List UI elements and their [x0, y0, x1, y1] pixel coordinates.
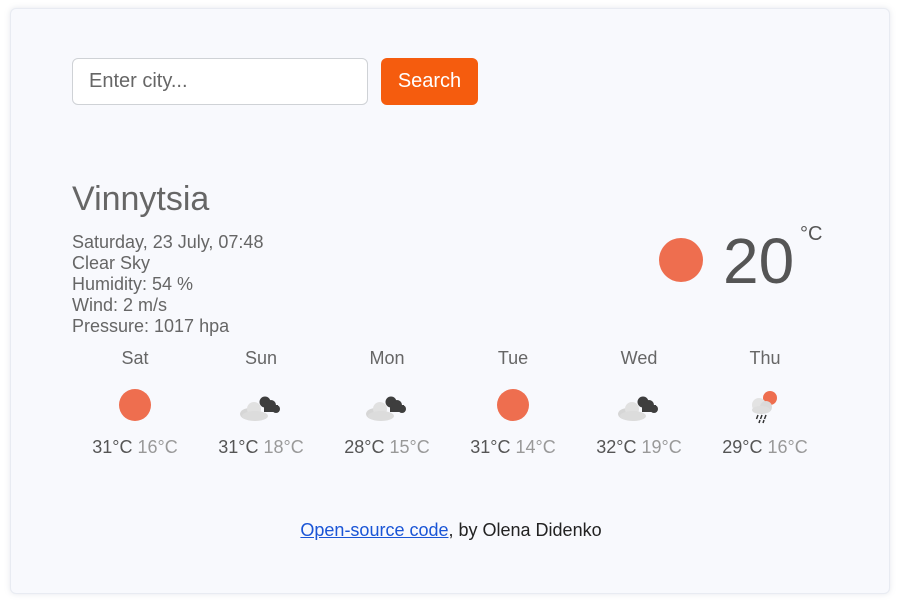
forecast-max-temp: 32°C	[596, 437, 637, 457]
forecast-day: Sat 31°C 16°C	[72, 347, 198, 458]
forecast-day-name: Mon	[369, 348, 405, 368]
footer-author: , by Olena Didenko	[448, 520, 602, 540]
forecast-max-temp: 31°C	[92, 437, 133, 457]
current-datetime: Saturday, 23 July, 07:48	[72, 232, 264, 252]
forecast: Sat 31°C 16°C Sun 31°C 18°C Mon 28°C 15°…	[72, 347, 832, 467]
sun-icon	[488, 386, 538, 426]
weather-details: Saturday, 23 July, 07:48 Clear Sky Humid…	[72, 232, 263, 337]
forecast-min-temp: 19°C	[641, 437, 682, 457]
forecast-max-temp: 31°C	[470, 437, 511, 457]
forecast-day-name: Sat	[121, 348, 149, 368]
city-name: Vinnytsia	[72, 180, 210, 218]
forecast-min-temp: 14°C	[515, 437, 556, 457]
forecast-day-name: Tue	[497, 348, 529, 368]
forecast-temps: 31°C 16°C	[72, 436, 198, 458]
forecast-min-temp: 15°C	[389, 437, 430, 457]
city-search-input[interactable]	[72, 58, 368, 105]
forecast-day: Mon 28°C 15°C	[324, 347, 450, 458]
forecast-max-temp: 29°C	[722, 437, 763, 457]
forecast-day: Tue 31°C 14°C	[450, 347, 576, 458]
pressure: Pressure: 1017 hpa	[72, 316, 230, 336]
forecast-day: Wed 32°C 19°C	[576, 347, 702, 458]
forecast-max-temp: 31°C	[218, 437, 259, 457]
forecast-min-temp: 16°C	[137, 437, 178, 457]
forecast-day-name: Thu	[749, 348, 781, 368]
forecast-min-temp: 18°C	[263, 437, 304, 457]
clouds-icon	[362, 386, 412, 426]
footer: Open-source code, by Olena Didenko	[11, 520, 891, 541]
open-source-link[interactable]: Open-source code	[300, 520, 448, 540]
sun-icon	[659, 238, 703, 282]
forecast-max-temp: 28°C	[344, 437, 385, 457]
wind: Wind: 2 m/s	[72, 295, 168, 315]
forecast-temps: 28°C 15°C	[324, 436, 450, 458]
forecast-day-name: Wed	[620, 348, 658, 368]
forecast-temps: 29°C 16°C	[702, 436, 828, 458]
forecast-temps: 31°C 18°C	[198, 436, 324, 458]
forecast-day: Sun 31°C 18°C	[198, 347, 324, 458]
current-temperature: 20	[723, 225, 795, 297]
weather-app-card: Search Vinnytsia Saturday, 23 July, 07:4…	[10, 8, 890, 594]
temperature-unit-celsius[interactable]: °C	[800, 223, 822, 246]
rain-sun-icon	[740, 386, 790, 426]
clouds-icon	[236, 386, 286, 426]
forecast-min-temp: 16°C	[767, 437, 808, 457]
humidity: Humidity: 54 %	[72, 274, 194, 294]
forecast-day: Thu 29°C 16°C	[702, 347, 828, 458]
forecast-temps: 31°C 14°C	[450, 436, 576, 458]
weather-description: Clear Sky	[72, 253, 151, 273]
forecast-temps: 32°C 19°C	[576, 436, 702, 458]
clouds-icon	[614, 386, 664, 426]
sun-icon	[110, 386, 160, 426]
search-button[interactable]: Search	[381, 58, 478, 105]
forecast-day-name: Sun	[244, 348, 278, 368]
